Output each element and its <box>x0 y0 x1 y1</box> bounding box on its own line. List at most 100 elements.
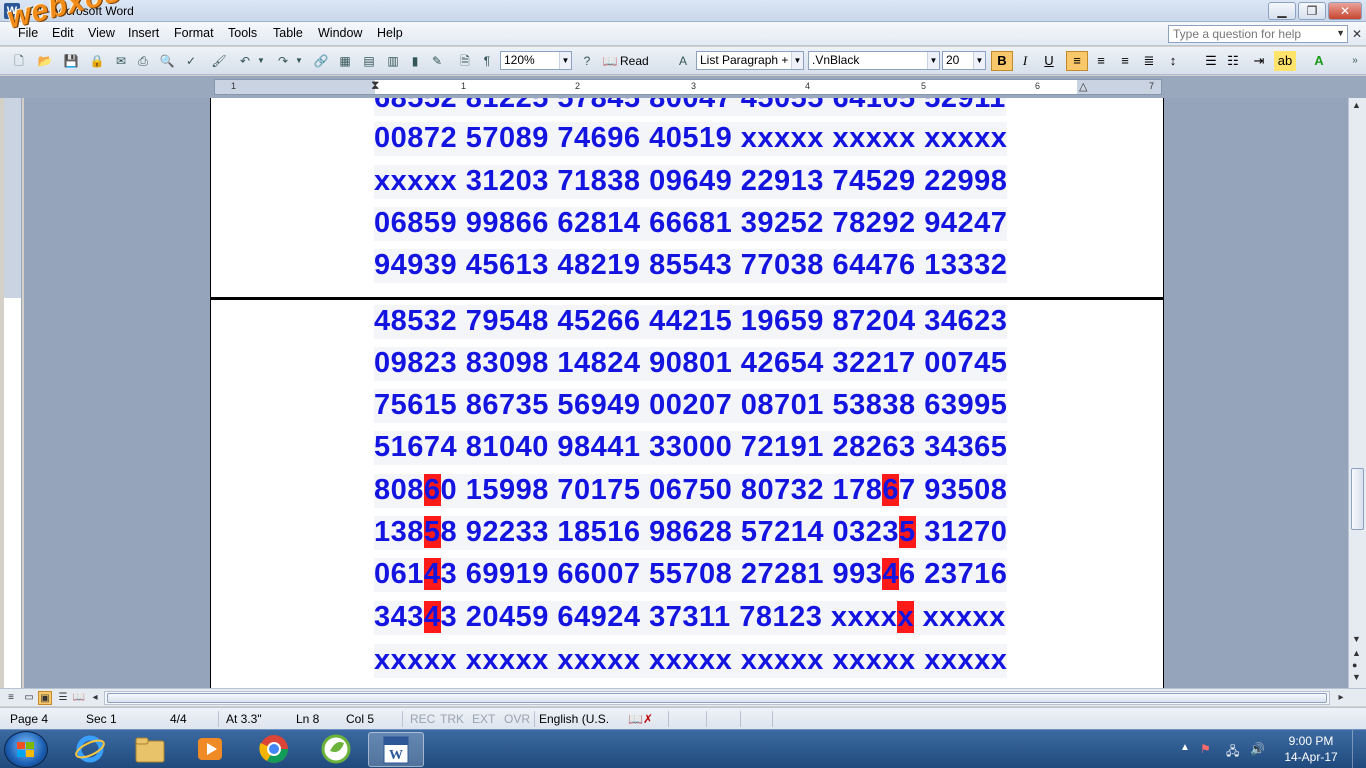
indent-marker-icon[interactable]: ⧗ <box>371 78 379 93</box>
align-left-icon[interactable]: ≡ <box>1066 51 1088 71</box>
chevron-down-icon[interactable]: ▼ <box>791 52 803 69</box>
pilcrow-icon[interactable]: ¶ <box>478 52 496 70</box>
taskbar-internet-explorer[interactable] <box>62 732 118 767</box>
redo-dropdown-icon[interactable]: ▼ <box>294 52 304 70</box>
line-spacing-icon[interactable]: ↕ <box>1162 51 1184 71</box>
redo-icon[interactable]: ↷ <box>274 52 292 70</box>
align-center-icon[interactable]: ≡ <box>1090 51 1112 71</box>
justify-icon[interactable]: ≣ <box>1138 51 1160 71</box>
taskbar-media-player[interactable] <box>182 732 238 767</box>
permission-icon[interactable]: 🔒 <box>88 52 106 70</box>
chevron-down-icon[interactable]: ▼ <box>559 52 571 69</box>
highlight-color-icon[interactable]: ab <box>1274 51 1296 71</box>
show-hidden-icons-icon[interactable]: ▲ <box>1180 742 1190 753</box>
taskbar-chrome[interactable] <box>246 732 302 767</box>
next-page-icon[interactable]: ▼ <box>1352 672 1361 682</box>
indent-icon[interactable]: ⇥ <box>1248 51 1270 71</box>
help-search-input[interactable]: Type a question for help ▼ <box>1168 25 1348 43</box>
columns-icon[interactable]: ▮ <box>406 52 424 70</box>
select-browse-object-icon[interactable]: ● <box>1352 660 1357 670</box>
document-page[interactable]: 68552 81225 57845 80047 45055 64105 5291… <box>210 98 1164 688</box>
style-select[interactable]: List Paragraph + ▼ <box>696 51 804 70</box>
open-folder-icon[interactable]: 📂 <box>36 52 54 70</box>
status-overtype[interactable]: OVR <box>504 712 530 726</box>
print-preview-icon[interactable]: 🔍 <box>158 52 176 70</box>
menu-window[interactable]: Window <box>318 26 362 40</box>
document-map-icon[interactable]: 🗎 <box>456 52 474 70</box>
outline-view-icon[interactable]: ☰ <box>56 691 70 705</box>
right-indent-marker-icon[interactable]: △ <box>1079 80 1087 93</box>
horizontal-scrollbar[interactable] <box>104 691 1330 705</box>
horizontal-scroll-thumb[interactable] <box>107 693 1327 703</box>
horizontal-ruler[interactable]: 1 ⧗ 1 2 3 4 5 6 △ 7 <box>214 78 1162 95</box>
print-icon[interactable]: ⎙ <box>134 52 152 70</box>
menu-table[interactable]: Table <box>273 26 303 40</box>
italic-button[interactable]: I <box>1014 51 1036 71</box>
menu-edit[interactable]: Edit <box>52 26 74 40</box>
scroll-right-icon[interactable]: ▸ <box>1334 691 1348 705</box>
previous-page-icon[interactable]: ▲ <box>1352 648 1361 658</box>
taskbar-app-green[interactable] <box>308 732 364 767</box>
document-area[interactable]: 68552 81225 57845 80047 45055 64105 5291… <box>24 98 1348 688</box>
bold-button[interactable]: B <box>991 51 1013 71</box>
scroll-left-icon[interactable]: ◂ <box>88 691 102 705</box>
normal-view-icon[interactable]: ≡ <box>4 691 18 705</box>
hyperlink-icon[interactable]: 🔗 <box>312 52 330 70</box>
new-document-icon[interactable]: 🗋 <box>10 52 28 70</box>
vertical-scrollbar[interactable]: ▲ ▼ ▲ ● ▼ <box>1348 98 1366 688</box>
toolbar-options-icon[interactable]: » <box>1346 52 1364 70</box>
email-icon[interactable]: ✉ <box>112 52 130 70</box>
status-extend[interactable]: EXT <box>472 712 495 726</box>
vertical-scroll-thumb[interactable] <box>1351 468 1364 530</box>
insert-excel-icon[interactable]: ▥ <box>384 52 402 70</box>
print-layout-icon[interactable]: ▣ <box>38 691 52 705</box>
align-right-icon[interactable]: ≡ <box>1114 51 1136 71</box>
menu-insert[interactable]: Insert <box>128 26 159 40</box>
bullets-icon[interactable]: ☷ <box>1222 51 1244 71</box>
volume-icon[interactable]: 🔊 <box>1250 742 1265 756</box>
taskbar-clock[interactable]: 9:00 PM 14-Apr-17 <box>1278 733 1344 765</box>
tables-borders-icon[interactable]: ▦ <box>336 52 354 70</box>
spelling-status-icon[interactable]: 📖✗ <box>628 712 653 726</box>
help-icon[interactable]: ? <box>578 52 596 70</box>
reading-view-icon[interactable]: 📖 <box>72 691 86 705</box>
minimize-button[interactable]: ▁ <box>1268 2 1296 20</box>
undo-icon[interactable]: ↶ <box>236 52 254 70</box>
chevron-down-icon[interactable]: ▼ <box>973 52 985 69</box>
word-app-icon[interactable]: W <box>4 3 20 19</box>
chevron-down-icon[interactable]: ▼ <box>927 52 939 69</box>
chevron-down-icon[interactable]: ▼ <box>1336 28 1345 38</box>
zoom-select[interactable]: 120% ▼ <box>500 51 572 70</box>
font-select[interactable]: .VnBlack ▼ <box>808 51 940 70</box>
read-icon[interactable]: 📖 <box>602 52 618 70</box>
show-desktop-button[interactable] <box>1352 730 1366 768</box>
save-icon[interactable]: 💾 <box>62 52 80 70</box>
scroll-down-icon[interactable]: ▼ <box>1352 634 1361 644</box>
menu-format[interactable]: Format <box>174 26 214 40</box>
status-page[interactable]: Page 4 <box>10 712 48 726</box>
spelling-icon[interactable]: ✓ <box>182 52 200 70</box>
restore-button[interactable]: ❐ <box>1298 2 1326 20</box>
taskbar-file-explorer[interactable] <box>122 732 178 767</box>
insert-table-icon[interactable]: ▤ <box>360 52 378 70</box>
status-language[interactable]: English (U.S. <box>539 712 609 726</box>
scroll-up-icon[interactable]: ▲ <box>1352 100 1361 110</box>
menu-tools[interactable]: Tools <box>228 26 257 40</box>
font-color-icon[interactable]: A <box>1308 51 1330 71</box>
action-center-icon[interactable]: ⚑ <box>1200 742 1211 756</box>
styles-icon[interactable]: A <box>674 52 692 70</box>
status-track-changes[interactable]: TRK <box>440 712 464 726</box>
menu-file[interactable]: File <box>18 26 38 40</box>
read-mode-button[interactable]: Read <box>620 54 649 68</box>
undo-dropdown-icon[interactable]: ▼ <box>256 52 266 70</box>
menu-view[interactable]: View <box>88 26 115 40</box>
network-icon[interactable]: 🖧 <box>1226 742 1239 763</box>
status-record-macro[interactable]: REC <box>410 712 435 726</box>
vertical-ruler[interactable] <box>4 98 22 688</box>
menu-help[interactable]: Help <box>377 26 403 40</box>
web-view-icon[interactable]: ▭ <box>22 691 36 705</box>
start-button[interactable] <box>4 731 48 768</box>
format-painter-icon[interactable]: 🖌 <box>210 52 228 70</box>
underline-button[interactable]: U <box>1038 51 1060 71</box>
numbering-icon[interactable]: ☰ <box>1200 51 1222 71</box>
